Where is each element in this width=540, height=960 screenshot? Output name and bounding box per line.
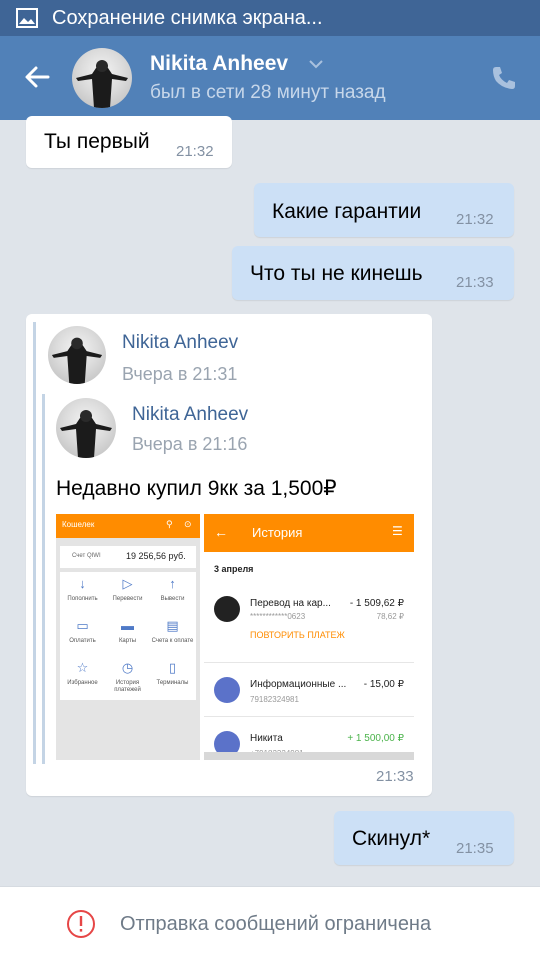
wallet-topbar: Кошелек ⚲ ⊙ bbox=[56, 514, 200, 538]
history-item-fee: 78,62 ₽ bbox=[376, 612, 404, 621]
contact-icon bbox=[214, 677, 240, 703]
message-text: Ты первый bbox=[44, 130, 150, 153]
system-status-bar: Сохранение снимка экрана... bbox=[0, 0, 540, 36]
contact-name[interactable]: Nikita Anheev bbox=[150, 52, 288, 76]
wallet-action-label: Терминалы bbox=[156, 680, 189, 686]
history-item-name: Перевод на кар... bbox=[250, 598, 331, 609]
wallet-action-icon: ▤ bbox=[166, 618, 179, 633]
wallet-action-icon: ↑ bbox=[169, 576, 176, 591]
forward-author-avatar[interactable] bbox=[48, 326, 106, 384]
wallet-action: ▬ Карты bbox=[105, 614, 150, 656]
wallet-action: ▷ Перевести bbox=[105, 572, 150, 614]
nested-quote-bar bbox=[42, 394, 45, 764]
history-back-icon: ← bbox=[214, 524, 228, 540]
forward-quote-bar bbox=[33, 322, 36, 764]
history-item-name: Информационные ... bbox=[250, 679, 347, 690]
contact-avatar[interactable] bbox=[72, 48, 132, 108]
wallet-action-label: Избранное bbox=[67, 680, 98, 686]
message-time: 21:35 bbox=[456, 840, 494, 857]
account-label: Счет QIWI bbox=[72, 553, 101, 559]
back-arrow-icon[interactable] bbox=[20, 60, 54, 94]
incoming-message[interactable]: Ты первый 21:32 bbox=[26, 116, 232, 168]
forwarded-message[interactable]: Nikita Anheev Вчера в 21:31 Nikita Anhee… bbox=[26, 314, 432, 796]
wallet-action: ↓ Пополнить bbox=[60, 572, 105, 614]
history-bottom-strip bbox=[204, 752, 414, 760]
chevron-down-icon[interactable] bbox=[308, 58, 324, 70]
history-item-sub: 79182324981 bbox=[250, 695, 299, 704]
message-text: Что ты не кинешь bbox=[250, 262, 423, 285]
history-list: Перевод на кар... ************0623 - 1 509… bbox=[204, 580, 414, 758]
search-icon: ⚲ bbox=[166, 519, 173, 529]
message-time: 21:32 bbox=[456, 211, 494, 228]
message-time: 21:32 bbox=[176, 143, 214, 160]
nested-message-text: Недавно купил 9кк за 1,500₽ bbox=[56, 477, 337, 500]
history-item-name: Никита bbox=[250, 733, 283, 744]
nested-author-name[interactable]: Nikita Anheev bbox=[132, 404, 248, 426]
forward-date: Вчера в 21:31 bbox=[122, 364, 238, 384]
wallet-action-icon: ▬ bbox=[121, 618, 134, 633]
wallet-balance: 19 256,56 руб. bbox=[126, 551, 186, 561]
filter-icon: ☰ bbox=[392, 524, 403, 538]
wallet-action-label: Счета к оплате bbox=[151, 638, 194, 644]
history-screenshot-attachment[interactable]: ← История ☰ 3 апреля Перевод на кар... **… bbox=[204, 514, 414, 760]
message-time: 21:33 bbox=[456, 274, 494, 291]
history-item-amount: + 1 500,00 ₽ bbox=[347, 733, 404, 744]
last-seen-status: был в сети 28 минут назад bbox=[150, 82, 386, 103]
settings-icon: ⊙ bbox=[184, 519, 192, 529]
wallet-action-icon: ▷ bbox=[122, 576, 133, 591]
wallet-balance-row: Счет QIWI 19 256,56 руб. bbox=[60, 546, 196, 568]
warning-icon bbox=[67, 910, 95, 938]
nested-author-avatar[interactable] bbox=[56, 398, 116, 458]
history-item-amount: - 15,00 ₽ bbox=[363, 679, 404, 690]
messaging-restricted-bar: Отправка сообщений ограничена bbox=[0, 886, 540, 960]
wallet-action-label: Карты bbox=[118, 638, 137, 644]
phone-call-icon[interactable] bbox=[490, 64, 518, 92]
history-topbar: ← История ☰ bbox=[204, 514, 414, 552]
wallet-action: ☆ Избранное bbox=[60, 656, 105, 698]
restriction-text: Отправка сообщений ограничена bbox=[120, 913, 432, 935]
wallet-action-icon: ▭ bbox=[76, 618, 89, 633]
wallet-action-label: Вывести bbox=[160, 596, 185, 602]
history-item-amount: - 1 509,62 ₽ bbox=[349, 598, 404, 609]
wallet-action-label: Перевести bbox=[112, 596, 143, 602]
wallet-action-icon: ☆ bbox=[76, 660, 89, 675]
history-title: История bbox=[252, 525, 303, 540]
status-notification-text: Сохранение снимка экрана... bbox=[52, 6, 323, 29]
image-icon bbox=[16, 8, 38, 28]
card-icon bbox=[214, 596, 240, 622]
wallet-screenshot-attachment[interactable]: Кошелек ⚲ ⊙ Счет QIWI 19 256,56 руб. ↓ По… bbox=[56, 514, 200, 760]
history-item: Информационные ... 79182324981 - 15,00 ₽ bbox=[204, 662, 414, 714]
nested-date: Вчера в 21:16 bbox=[132, 434, 248, 454]
wallet-action-icon: ◷ bbox=[121, 660, 134, 675]
wallet-action-label: Оплатить bbox=[69, 638, 96, 644]
wallet-action: ▭ Оплатить bbox=[60, 614, 105, 656]
history-date: 3 апреля bbox=[214, 564, 254, 574]
outgoing-message[interactable]: Скинул* 21:35 bbox=[334, 811, 514, 865]
wallet-action-icon: ↓ bbox=[79, 576, 86, 591]
message-text: Скинул* bbox=[352, 827, 431, 850]
wallet-action-label: Пополнить bbox=[67, 596, 98, 602]
wallet-action: ▤ Счета к оплате bbox=[150, 614, 195, 656]
wallet-action: ▯ Терминалы bbox=[150, 656, 195, 698]
outgoing-message[interactable]: Что ты не кинешь 21:33 bbox=[232, 246, 514, 300]
repeat-payment-link: ПОВТОРИТЬ ПЛАТЕЖ bbox=[250, 630, 345, 640]
message-text: Какие гарантии bbox=[272, 200, 422, 223]
message-time: 21:33 bbox=[376, 768, 414, 785]
history-item-sub: ************0623 bbox=[250, 612, 306, 621]
chat-header: Nikita Anheev был в сети 28 минут назад bbox=[0, 36, 540, 120]
wallet-action: ↑ Вывести bbox=[150, 572, 195, 614]
wallet-actions-grid: ↓ Пополнить ▷ Перевести ↑ Вывести ▭ Оплатить ▬ Ка… bbox=[60, 572, 196, 700]
wallet-action: ◷ История платежей bbox=[105, 656, 150, 698]
outgoing-message[interactable]: Какие гарантии 21:32 bbox=[254, 183, 514, 237]
history-item: Перевод на кар... ************0623 - 1 509… bbox=[204, 590, 414, 642]
wallet-title: Кошелек bbox=[62, 520, 95, 529]
wallet-action-icon: ▯ bbox=[168, 660, 177, 675]
wallet-action-label: История платежей bbox=[114, 680, 141, 693]
forward-author-name[interactable]: Nikita Anheev bbox=[122, 332, 238, 354]
